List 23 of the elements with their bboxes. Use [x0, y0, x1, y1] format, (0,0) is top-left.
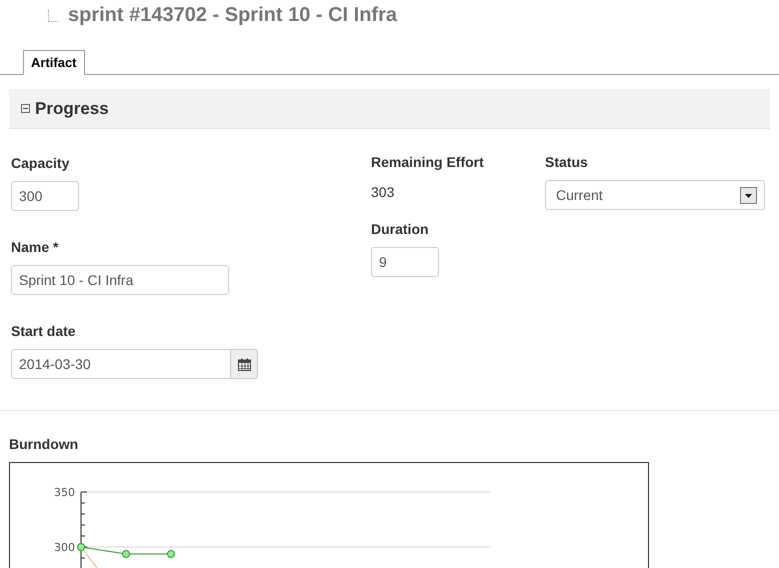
chart-title: Burndown — [9, 435, 80, 454]
field-label: Duration — [371, 220, 430, 239]
collapse-icon[interactable] — [21, 104, 30, 113]
status-select[interactable]: Current — [545, 180, 765, 210]
calendar-button[interactable] — [231, 349, 258, 379]
input-field[interactable]: Sprint 10 - CI Infra — [11, 265, 229, 295]
field-label: Name * — [11, 238, 60, 257]
input-field[interactable]: 300 — [11, 181, 79, 211]
date-field[interactable]: 2014-03-30 — [11, 349, 231, 379]
input-field[interactable]: 9 — [371, 247, 439, 277]
field-label: Remaining Effort — [371, 153, 485, 172]
tree-connector — [48, 10, 58, 22]
axis-tick-label: 350 — [54, 486, 75, 499]
calendar-icon — [238, 358, 250, 370]
axis-tick-label: 300 — [54, 541, 75, 554]
section-title: Progress — [35, 98, 109, 120]
field-label: Capacity — [11, 154, 70, 173]
field-label: Status — [545, 153, 589, 172]
caret-icon — [740, 186, 757, 204]
tab[interactable]: Artifact — [23, 50, 85, 75]
page-title: sprint #143702 - Sprint 10 - CI Infra — [68, 3, 397, 28]
field-label: Start date — [11, 322, 77, 341]
field-value: 303 — [371, 183, 396, 202]
